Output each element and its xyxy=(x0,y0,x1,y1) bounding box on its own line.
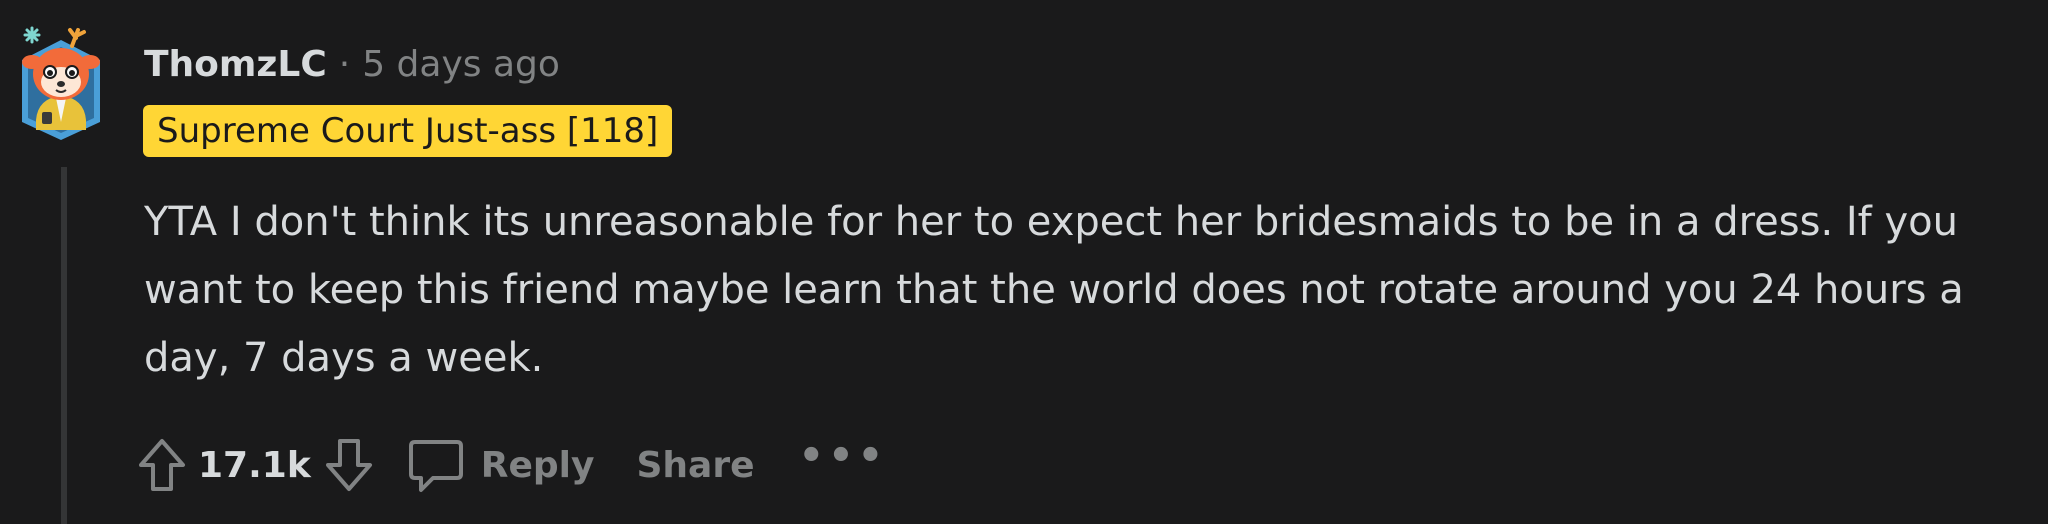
more-options-button[interactable]: ••• xyxy=(799,433,888,479)
comment-body: YTA I don't think its unreasonable for h… xyxy=(144,199,1964,381)
downvote-button[interactable] xyxy=(325,438,373,492)
vote-score: 17.1k xyxy=(198,444,311,486)
upvote-button[interactable] xyxy=(138,438,186,492)
thread-line[interactable] xyxy=(61,167,67,524)
avatar[interactable] xyxy=(12,22,110,140)
timestamp[interactable]: 5 days ago xyxy=(362,44,560,85)
comment-actions: 17.1k Reply Share ••• xyxy=(138,432,887,498)
downvote-arrow-icon xyxy=(325,439,372,491)
upvote-arrow-icon xyxy=(139,439,185,491)
more-dots-icon: ••• xyxy=(798,433,888,479)
user-flair: Supreme Court Just-ass [118] xyxy=(143,105,673,157)
share-label: Share xyxy=(636,444,755,486)
share-button[interactable]: Share xyxy=(636,445,754,486)
reply-button[interactable]: Reply xyxy=(407,436,595,494)
comment-meta: ThomzLC · 5 days ago xyxy=(144,38,560,90)
deer-avatar-icon xyxy=(22,26,100,140)
username-link[interactable]: ThomzLC xyxy=(144,44,327,85)
meta-separator: · xyxy=(338,43,351,85)
speech-bubble-icon xyxy=(408,440,463,492)
reply-label: Reply xyxy=(480,444,595,486)
